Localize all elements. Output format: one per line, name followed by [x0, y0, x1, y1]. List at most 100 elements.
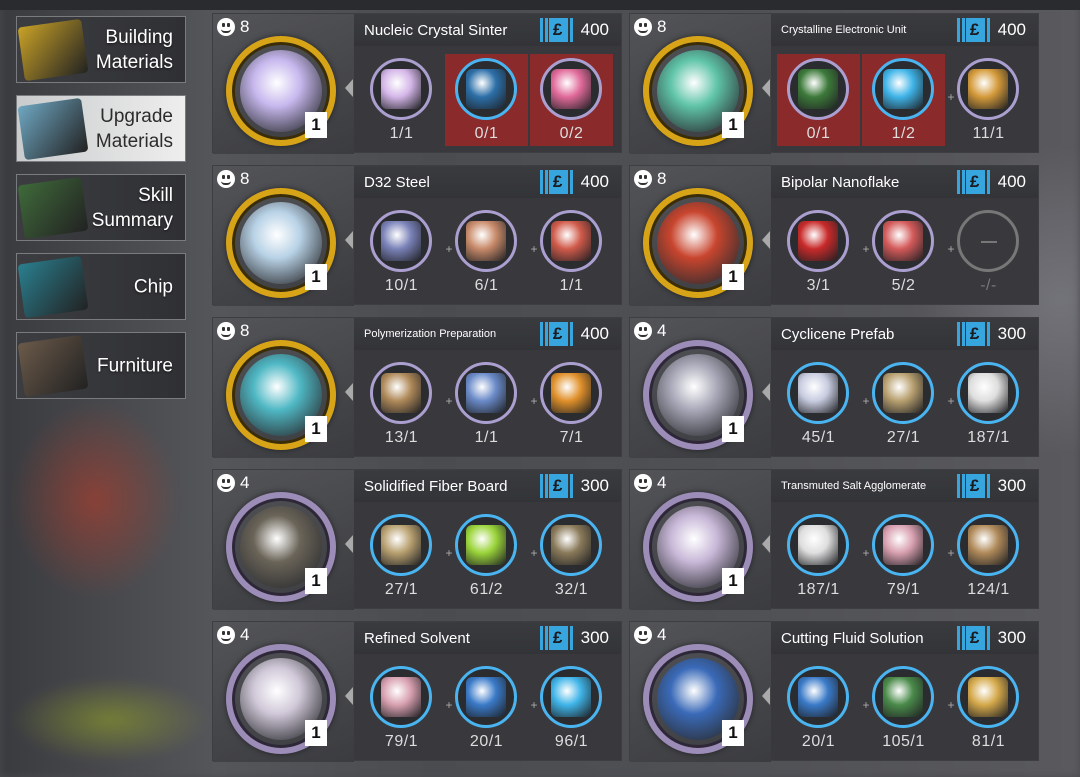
recipe-name: Nucleic Crystal Sinter [364, 22, 508, 39]
material-slot[interactable]: 27/1 [360, 510, 443, 602]
currency-icon: £ [956, 322, 991, 346]
level-indicator: 8 [217, 169, 249, 189]
material-slot[interactable]: 124/1 [947, 510, 1030, 602]
material-slot[interactable]: 3/1 [777, 206, 860, 298]
mood-icon [217, 626, 235, 644]
material-art [551, 525, 591, 565]
material-slot[interactable]: -/- [947, 206, 1030, 298]
material-icon [872, 362, 934, 424]
product-panel[interactable]: 41 [630, 470, 771, 610]
menu-thumbnail-icon [17, 176, 89, 240]
material-icon [787, 362, 849, 424]
menu-item-building-materials[interactable]: Building Materials [16, 16, 186, 83]
material-slot[interactable]: 6/1 [445, 206, 528, 298]
material-slot[interactable]: 20/1 [445, 662, 528, 754]
material-slot[interactable]: 79/1 [360, 662, 443, 754]
material-icon [957, 210, 1019, 272]
material-slot[interactable]: 20/1 [777, 662, 860, 754]
product-panel[interactable]: 81 [630, 166, 771, 306]
material-slot[interactable]: 0/2 [530, 54, 613, 146]
material-slot[interactable]: 79/1 [862, 510, 945, 602]
product-panel[interactable]: 41 [630, 318, 771, 458]
recipe-card[interactable]: 4 1 Refined Solvent £300 79/1 +20/1 +96/1 [212, 621, 622, 762]
material-count: 45/1 [801, 429, 836, 446]
material-art [798, 373, 838, 413]
product-panel[interactable]: 81 [213, 14, 354, 154]
material-slot[interactable]: 61/2 [445, 510, 528, 602]
product-panel[interactable]: 81 [213, 318, 354, 458]
material-slot[interactable]: 7/1 [530, 358, 613, 450]
currency-icon: £ [539, 474, 574, 498]
material-icon [957, 514, 1019, 576]
material-slot[interactable]: 1/2 [862, 54, 945, 146]
recipe-header: Bipolar Nanoflake £400 [771, 166, 1038, 198]
recipe-header: D32 Steel £400 [354, 166, 621, 198]
material-slot[interactable]: 187/1 [947, 358, 1030, 450]
material-slot[interactable]: 45/1 [777, 358, 860, 450]
materials-row: 3/1 +5/2 + -/- [771, 198, 1038, 304]
material-count: 1/2 [891, 125, 916, 142]
recipe-header: Refined Solvent £300 [354, 622, 621, 654]
material-slot[interactable]: 10/1 [360, 206, 443, 298]
currency-symbol: £ [548, 170, 567, 194]
material-art [466, 221, 506, 261]
product-panel[interactable]: 41 [213, 470, 354, 610]
product-panel[interactable]: 41 [213, 622, 354, 762]
recipe-card[interactable]: 81Nucleic Crystal Sinter£4001/1+0/1+0/2 [212, 13, 622, 154]
currency-symbol: £ [965, 626, 984, 650]
recipe-card[interactable]: 4 1 Cutting Fluid Solution £300 20/1 +105/1 +8… [629, 621, 1039, 762]
material-count: 187/1 [967, 429, 1010, 446]
recipe-card[interactable]: 8 1 D32 Steel £400 10/1 +6/1 +1/1 [212, 165, 622, 306]
currency-symbol: £ [548, 322, 567, 346]
materials-row: 27/1 +61/2 +32/1 [354, 502, 621, 608]
menu-thumbnail-icon [17, 18, 89, 82]
recipe-card[interactable]: 8 1 Polymerization Preparation £400 13/1 +1/1… [212, 317, 622, 458]
menu-item-skill-summary[interactable]: Skill Summary [16, 174, 186, 241]
recipe-card[interactable]: 8 1 Bipolar Nanoflake £400 3/1 +5/2 + -/- [629, 165, 1039, 306]
arrow-left-icon [345, 535, 353, 553]
material-slot[interactable]: 187/1 [777, 510, 860, 602]
level-indicator: 4 [217, 473, 249, 493]
material-art [968, 525, 1008, 565]
material-slot[interactable]: 1/1 [530, 206, 613, 298]
material-slot[interactable]: 1/1 [445, 358, 528, 450]
material-slot[interactable]: 32/1 [530, 510, 613, 602]
material-slot[interactable]: 1/1 [360, 54, 443, 146]
menu-item-furniture[interactable]: Furniture [16, 332, 186, 399]
mood-icon [217, 170, 235, 188]
lmd-cost: £400 [956, 18, 1026, 42]
material-icon [370, 666, 432, 728]
arrow-left-icon [345, 231, 353, 249]
material-slot[interactable]: 96/1 [530, 662, 613, 754]
product-panel[interactable]: 81 [213, 166, 354, 306]
material-art [798, 677, 838, 717]
material-slot[interactable]: 13/1 [360, 358, 443, 450]
currency-icon: £ [539, 626, 574, 650]
material-slot[interactable]: 105/1 [862, 662, 945, 754]
material-slot[interactable]: 5/2 [862, 206, 945, 298]
material-slot[interactable]: 27/1 [862, 358, 945, 450]
materials-row: 10/1 +6/1 +1/1 [354, 198, 621, 304]
menu-item-chip[interactable]: Chip [16, 253, 186, 320]
material-slot[interactable]: 81/1 [947, 662, 1030, 754]
material-slot[interactable]: 11/1 [947, 54, 1030, 146]
recipe-card[interactable]: 81Crystalline Electronic Unit£4000/1+1/2… [629, 13, 1039, 154]
recipe-grid: 81Nucleic Crystal Sinter£4001/1+0/1+0/28… [212, 13, 1039, 762]
product-panel[interactable]: 81 [630, 14, 771, 154]
recipe-card[interactable]: 4 1 Cyclicene Prefab £300 45/1 +27/1 +187/1 [629, 317, 1039, 458]
material-slot[interactable]: 0/1 [445, 54, 528, 146]
material-count: 32/1 [554, 581, 589, 598]
recipe-header: Crystalline Electronic Unit £400 [771, 14, 1038, 46]
menu-item-upgrade-materials[interactable]: Upgrade Materials [16, 95, 186, 162]
menu-item-label: Skill Summary [91, 184, 173, 231]
recipe-card[interactable]: 4 1 Transmuted Salt Agglomerate £300 187/1 +7… [629, 469, 1039, 610]
recipe-card[interactable]: 4 1 Solidified Fiber Board £300 27/1 +61/2 +32… [212, 469, 622, 610]
product-panel[interactable]: 41 [630, 622, 771, 762]
recipe-name: Cutting Fluid Solution [781, 630, 924, 647]
mood-icon [634, 18, 652, 36]
product-quantity: 1 [722, 264, 744, 290]
material-icon [787, 666, 849, 728]
material-count: 79/1 [886, 581, 921, 598]
material-count: 3/1 [806, 277, 831, 294]
material-slot[interactable]: 0/1 [777, 54, 860, 146]
